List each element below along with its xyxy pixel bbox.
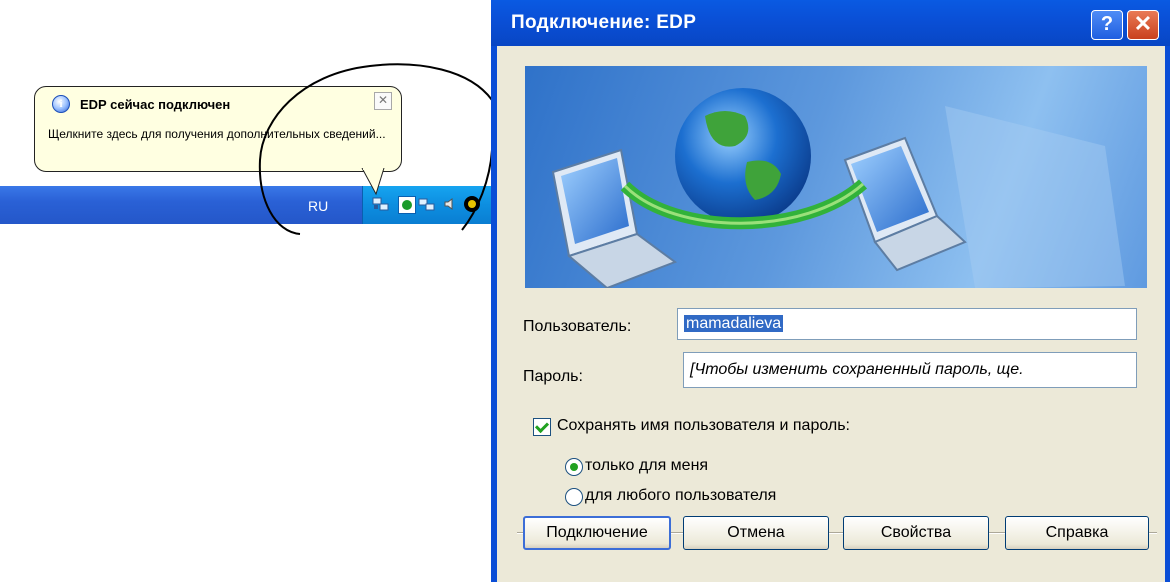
password-label: Пароль: [523,368,583,385]
password-input[interactable]: [Чтобы изменить сохраненный пароль, ще. [683,352,1137,388]
info-icon: i [52,95,70,113]
password-hint: [Чтобы изменить сохраненный пароль, ще. [690,361,1024,378]
radio-any-user-label[interactable]: для любого пользователя [585,487,776,505]
save-credentials-checkbox[interactable] [533,418,551,436]
radio-only-me-label[interactable]: только для меня [585,457,708,475]
balloon-title: EDP сейчас подключен [80,97,231,112]
properties-button[interactable]: Свойства [843,516,989,550]
language-indicator[interactable]: RU [308,198,328,214]
radio-only-me[interactable] [565,458,583,476]
balloon-close-button[interactable]: ✕ [374,92,392,110]
radio-any-user[interactable] [565,488,583,506]
vpn-connection-icon[interactable] [398,196,416,214]
network-icon[interactable] [418,196,435,212]
balloon-message: Щелкните здесь для получения дополнитель… [48,127,386,141]
username-input[interactable]: mamadalieva [677,308,1137,340]
volume-icon[interactable] [442,196,458,212]
help-title-button[interactable]: ? [1091,10,1123,40]
username-label: Пользователь: [523,318,632,335]
connect-button[interactable]: Подключение [523,516,671,550]
connect-dialog: Подключение: EDP ? ✕ Пользователь: mamad… [491,0,1170,582]
antivirus-icon[interactable] [464,196,480,212]
help-button[interactable]: Справка [1005,516,1149,550]
connection-banner-image [525,66,1147,288]
close-title-button[interactable]: ✕ [1127,10,1159,40]
network-connections-icon[interactable] [372,196,389,212]
dialog-title: Подключение: EDP [511,12,697,33]
dialog-client-area: Пользователь: mamadalieva Пароль: [Чтобы… [497,46,1165,582]
save-credentials-label[interactable]: Сохранять имя пользователя и пароль: [557,417,850,435]
dialog-titlebar[interactable]: Подключение: EDP ? ✕ [491,0,1170,46]
balloon-tail [361,168,385,196]
cancel-button[interactable]: Отмена [683,516,829,550]
username-value: mamadalieva [684,315,784,332]
